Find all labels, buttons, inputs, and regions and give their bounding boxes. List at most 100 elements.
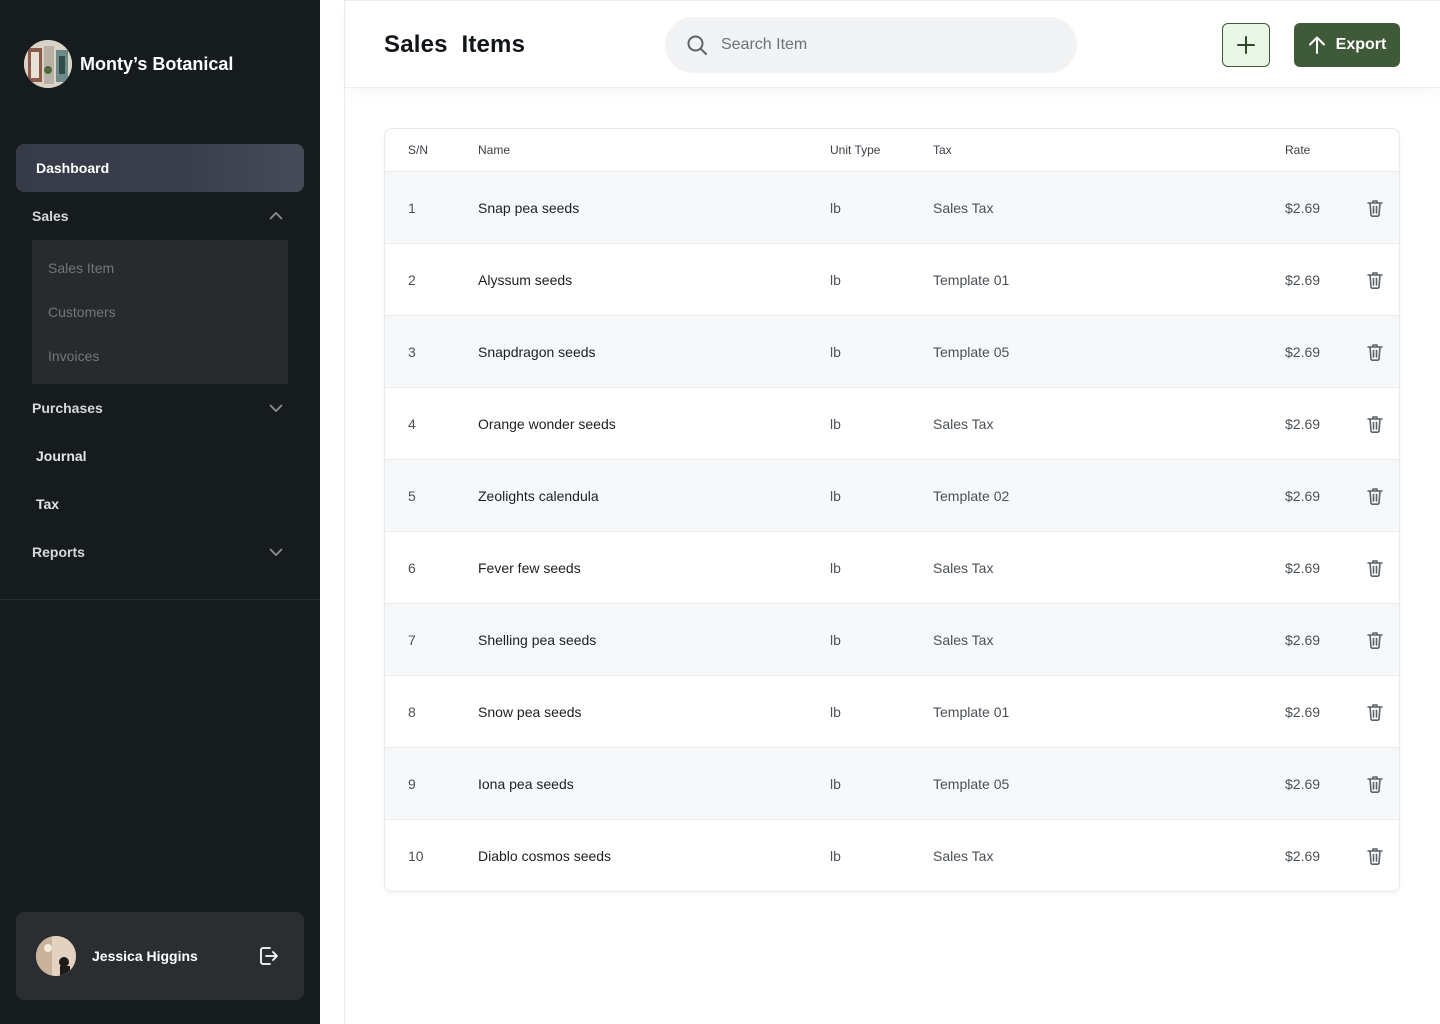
row-name: Diablo cosmos seeds	[478, 848, 612, 864]
row-rate: $2.69	[1285, 343, 1321, 360]
user-card: Jessica Higgins	[16, 912, 304, 1000]
arrow-up-icon	[1308, 36, 1325, 54]
trash-icon[interactable]	[1365, 342, 1385, 362]
table-row[interactable]: 8 Snow pea seeds lb Template 01 $2.69	[385, 676, 1399, 748]
table-body: 1 Snap pea seeds lb Sales Tax $2.69 2 Al…	[385, 172, 1399, 891]
row-unit-type: lb	[830, 559, 841, 576]
row-tax: Sales Tax	[933, 199, 994, 216]
column-header-unit-type[interactable]: Unit Type	[830, 143, 880, 157]
row-tax: Sales Tax	[933, 415, 994, 432]
trash-icon[interactable]	[1365, 270, 1385, 290]
brand-logo	[24, 40, 72, 88]
table-row[interactable]: 6 Fever few seeds lb Sales Tax $2.69	[385, 532, 1399, 604]
row-unit-type: lb	[830, 775, 841, 792]
search-bar[interactable]	[665, 17, 1077, 73]
row-rate: $2.69	[1285, 559, 1321, 576]
trash-icon[interactable]	[1365, 414, 1385, 434]
topbar: Sales Items Export	[345, 0, 1440, 88]
row-name: Orange wonder seeds	[478, 415, 616, 432]
trash-icon[interactable]	[1365, 486, 1385, 506]
row-sn: 3	[408, 343, 416, 360]
trash-icon[interactable]	[1365, 846, 1385, 866]
row-unit-type: lb	[830, 703, 841, 720]
export-label: Export	[1335, 36, 1387, 53]
nav-reports-label: Reports	[32, 544, 85, 560]
column-header-tax[interactable]: Tax	[933, 143, 952, 157]
trash-icon[interactable]	[1365, 774, 1385, 794]
sidebar-divider	[0, 599, 320, 600]
search-input[interactable]	[721, 36, 1061, 54]
row-sn: 10	[408, 848, 424, 864]
main-border	[344, 0, 345, 1024]
trash-icon[interactable]	[1365, 630, 1385, 650]
nav-invoices[interactable]: Invoices	[32, 334, 288, 378]
row-sn: 7	[408, 631, 416, 648]
sales-submenu: Sales Item Customers Invoices	[32, 240, 288, 384]
nav-sales-label: Sales	[32, 208, 69, 224]
row-rate: $2.69	[1285, 199, 1321, 216]
table-row[interactable]: 5 Zeolights calendula lb Template 02 $2.…	[385, 460, 1399, 532]
trash-icon[interactable]	[1365, 558, 1385, 578]
column-header-rate[interactable]: Rate	[1285, 143, 1310, 157]
row-unit-type: lb	[830, 199, 841, 216]
row-tax: Template 01	[933, 271, 1010, 288]
row-name: Snow pea seeds	[478, 703, 582, 720]
row-name: Alyssum seeds	[478, 271, 573, 288]
nav-tax[interactable]: Tax	[16, 480, 304, 528]
nav-journal[interactable]: Journal	[16, 432, 304, 480]
nav-sales[interactable]: Sales	[16, 192, 304, 240]
nav-purchases[interactable]: Purchases	[16, 384, 304, 432]
export-button[interactable]: Export	[1294, 23, 1400, 67]
row-tax: Template 01	[933, 703, 1010, 720]
row-name: Iona pea seeds	[478, 775, 574, 792]
row-sn: 1	[408, 199, 416, 216]
nav-reports[interactable]: Reports	[16, 528, 304, 576]
row-unit-type: lb	[830, 487, 841, 504]
table-row[interactable]: 1 Snap pea seeds lb Sales Tax $2.69	[385, 172, 1399, 244]
row-sn: 6	[408, 559, 416, 576]
search-icon	[687, 35, 707, 55]
user-name: Jessica Higgins	[92, 948, 198, 964]
row-rate: $2.69	[1285, 487, 1321, 504]
table-row[interactable]: 3 Snapdragon seeds lb Template 05 $2.69	[385, 316, 1399, 388]
table-row[interactable]: 4 Orange wonder seeds lb Sales Tax $2.69	[385, 388, 1399, 460]
brand[interactable]: Monty’s Botanical	[24, 40, 233, 88]
brand-name: Monty’s Botanical	[80, 53, 234, 74]
row-unit-type: lb	[830, 631, 841, 648]
nav-customers[interactable]: Customers	[32, 290, 288, 334]
table-row[interactable]: 10 Diablo cosmos seeds lb Sales Tax $2.6…	[385, 820, 1399, 891]
row-unit-type: lb	[830, 848, 841, 864]
nav-dashboard[interactable]: Dashboard	[16, 144, 304, 192]
row-rate: $2.69	[1285, 703, 1321, 720]
row-sn: 8	[408, 703, 416, 720]
nav-purchases-label: Purchases	[32, 400, 103, 416]
row-name: Fever few seeds	[478, 559, 581, 576]
row-tax: Sales Tax	[933, 631, 994, 648]
row-sn: 9	[408, 775, 416, 792]
row-sn: 5	[408, 487, 416, 504]
row-tax: Sales Tax	[933, 559, 994, 576]
avatar[interactable]	[36, 936, 76, 976]
main-nav: Dashboard Sales Sales Item Customers Inv…	[16, 144, 304, 576]
row-sn: 2	[408, 271, 416, 288]
trash-icon[interactable]	[1365, 702, 1385, 722]
column-header-sn[interactable]: S/N	[408, 143, 428, 157]
table-row[interactable]: 7 Shelling pea seeds lb Sales Tax $2.69	[385, 604, 1399, 676]
row-tax: Template 05	[933, 775, 1010, 792]
nav-sales-item[interactable]: Sales Item	[32, 246, 288, 290]
row-tax: Template 05	[933, 343, 1010, 360]
column-header-name[interactable]: Name	[478, 143, 510, 157]
row-sn: 4	[408, 415, 416, 432]
row-name: Shelling pea seeds	[478, 631, 597, 648]
logout-icon[interactable]	[256, 944, 280, 968]
row-unit-type: lb	[830, 343, 841, 360]
row-rate: $2.69	[1285, 631, 1321, 648]
table-row[interactable]: 9 Iona pea seeds lb Template 05 $2.69	[385, 748, 1399, 820]
table-row[interactable]: 2 Alyssum seeds lb Template 01 $2.69	[385, 244, 1399, 316]
add-item-button[interactable]	[1222, 23, 1270, 67]
row-rate: $2.69	[1285, 775, 1321, 792]
trash-icon[interactable]	[1365, 198, 1385, 218]
page-title: Sales Items	[384, 31, 526, 58]
row-name: Snapdragon seeds	[478, 343, 596, 360]
row-name: Zeolights calendula	[478, 487, 599, 504]
